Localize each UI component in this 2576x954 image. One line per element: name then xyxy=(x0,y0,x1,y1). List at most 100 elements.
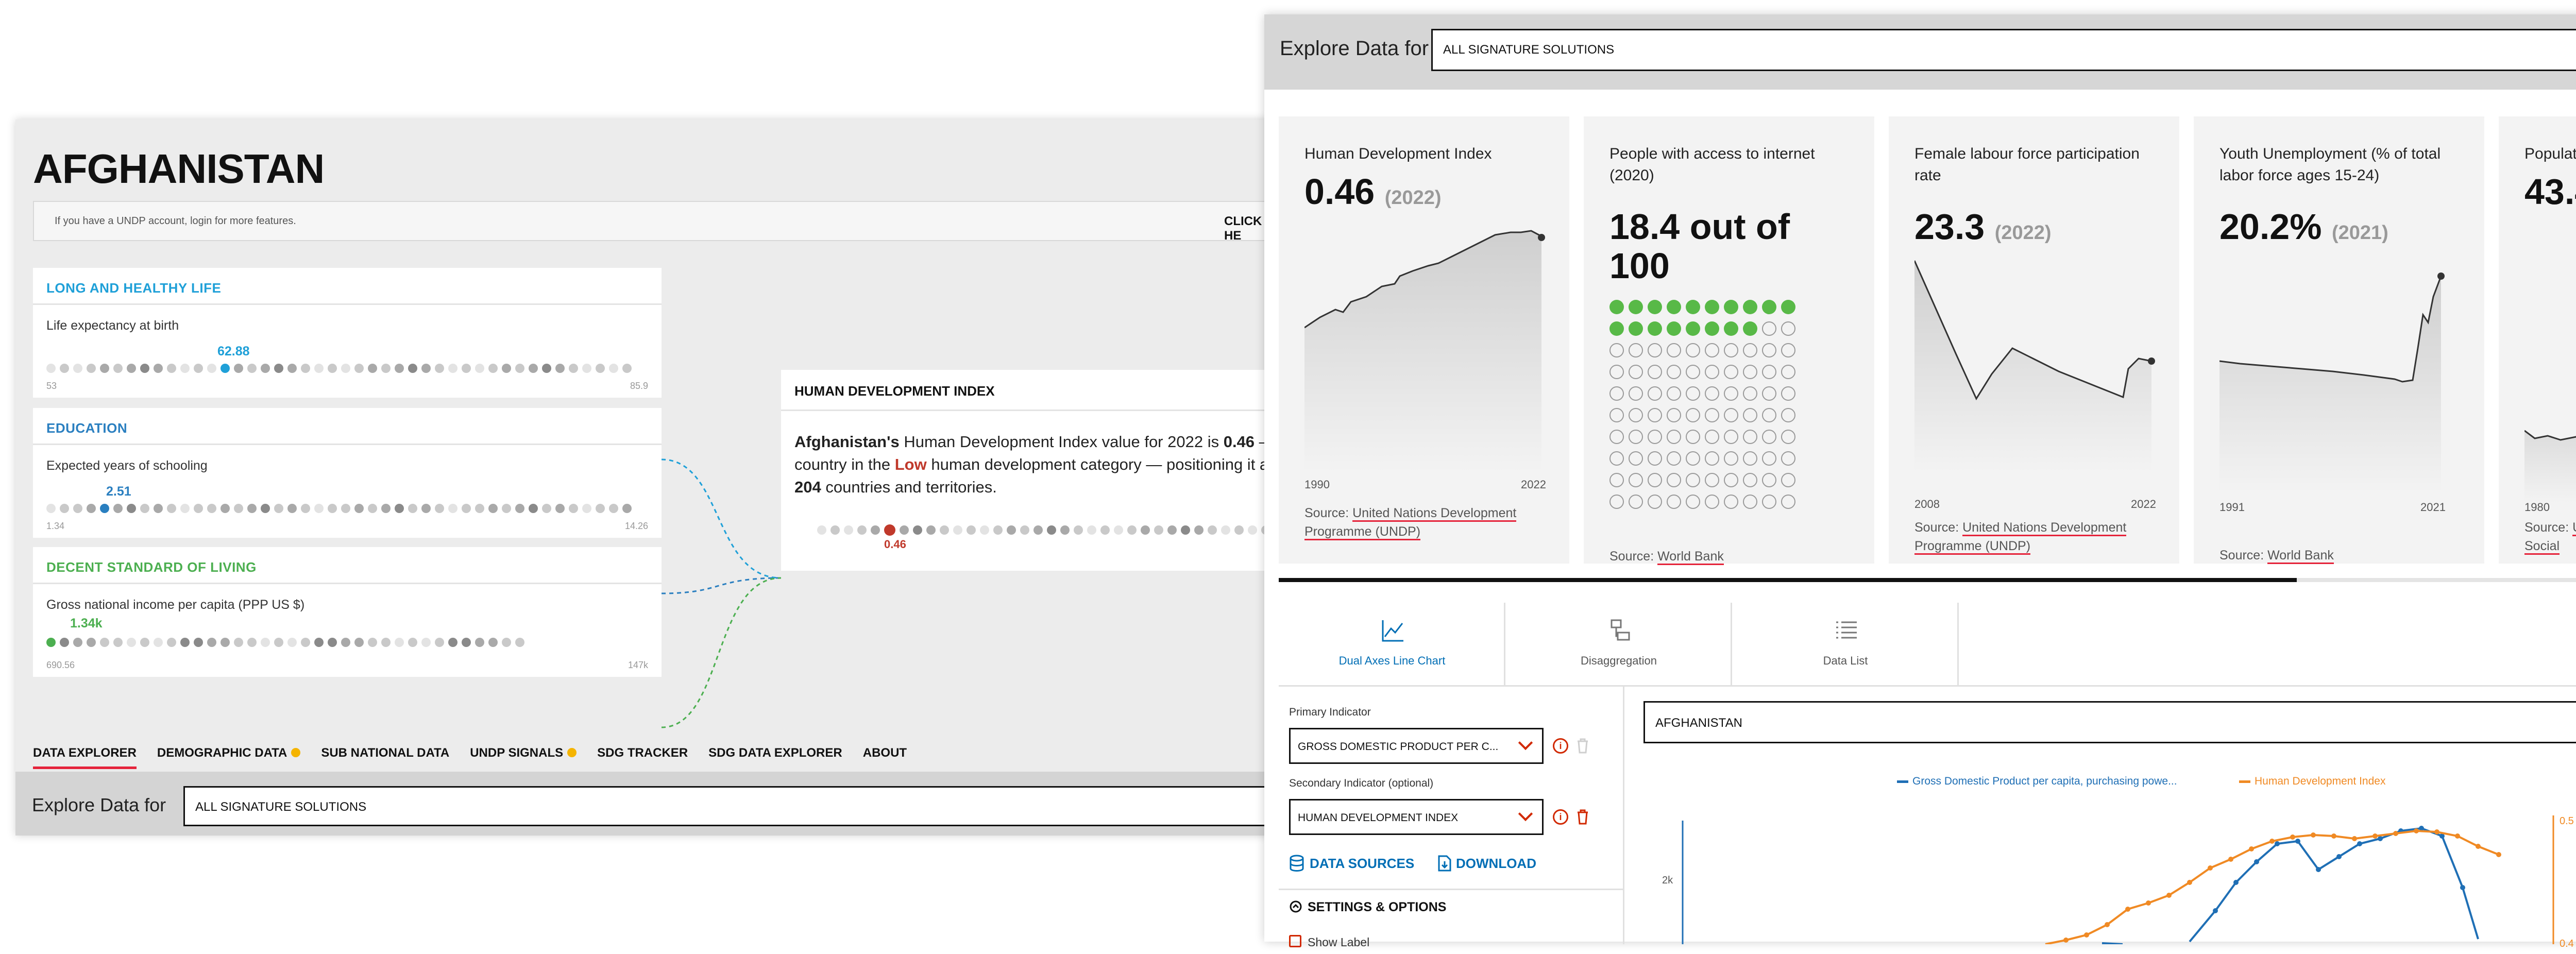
indicator-card-internet[interactable]: People with access to internet (2020) 18… xyxy=(1584,116,1874,565)
tab-dual-axes-line-chart[interactable]: Dual Axes Line Chart xyxy=(1279,603,1505,685)
indicator-card-youth-unemployment[interactable]: Youth Unemployment (% of total labor for… xyxy=(2194,116,2484,564)
country-dot xyxy=(328,638,337,647)
waffle-dot xyxy=(1781,495,1795,509)
country-dot xyxy=(488,504,498,513)
country-dot xyxy=(569,364,578,373)
nav-sdg-tracker[interactable]: SDG TRACKER xyxy=(597,741,688,772)
waffle-dot xyxy=(1648,386,1662,401)
line-chart-icon xyxy=(1382,620,1403,642)
waffle-dot xyxy=(1705,300,1719,314)
collapse-circle-icon[interactable] xyxy=(1289,900,1302,913)
waffle-dot xyxy=(1686,386,1700,401)
cards-scrollbar-thumb[interactable] xyxy=(1279,578,2297,582)
chart-country-select[interactable]: AFGHANISTAN xyxy=(1643,701,2576,743)
indicator-year: (2022) xyxy=(1384,187,1442,209)
country-dot xyxy=(817,525,826,535)
waffle-dot xyxy=(1781,365,1795,379)
waffle-dot xyxy=(1609,321,1624,336)
legend-item-hdi[interactable]: Human Development Index xyxy=(2239,775,2385,788)
country-dot xyxy=(871,525,880,535)
nav-sub-national-data[interactable]: SUB NATIONAL DATA xyxy=(321,741,449,772)
waffle-dot xyxy=(1762,343,1776,357)
country-dot xyxy=(622,364,632,373)
secondary-indicator-label: Secondary Indicator (optional) xyxy=(1289,777,1434,789)
indicator-cards-carousel[interactable]: Human Development Index 0.46 (2022) 1990… xyxy=(1264,90,2576,582)
source-link[interactable]: World Bank xyxy=(1657,549,1724,565)
country-dot xyxy=(1234,525,1244,535)
nav-about[interactable]: ABOUT xyxy=(863,741,907,772)
country-dot xyxy=(1100,525,1110,535)
select-value: HUMAN DEVELOPMENT INDEX xyxy=(1298,812,1459,824)
country-dot xyxy=(475,364,484,373)
country-dot xyxy=(1020,525,1029,535)
primary-info-icon[interactable]: i xyxy=(1553,738,1568,754)
country-dot xyxy=(435,364,444,373)
sparkline-end-year: 2022 xyxy=(1521,478,1546,491)
show-label-checkbox[interactable] xyxy=(1289,935,1301,947)
sparkline-end-year: 2021 xyxy=(2420,501,2446,514)
trash-icon[interactable] xyxy=(1577,809,1589,825)
tab-data-list[interactable]: Data List xyxy=(1732,603,1959,685)
source-prefix: Source: xyxy=(1914,520,1963,535)
secondary-indicator-select[interactable]: HUMAN DEVELOPMENT INDEX xyxy=(1289,799,1544,835)
country-dot xyxy=(421,504,431,513)
waffle-dot xyxy=(1724,300,1738,314)
select-value: AFGHANISTAN xyxy=(1655,716,1742,730)
dual-axes-chart-area: AFGHANISTAN Gross Domestic Product per c… xyxy=(1623,687,2576,949)
indicator-card-hdi[interactable]: Human Development Index 0.46 (2022) 1990… xyxy=(1279,116,1569,564)
country-dot xyxy=(73,364,82,373)
secondary-info-icon[interactable]: i xyxy=(1553,809,1568,825)
new-badge-icon xyxy=(291,748,301,757)
waffle-dot xyxy=(1762,365,1776,379)
tab-disaggregation[interactable]: Disaggregation xyxy=(1505,603,1732,685)
data-sources-link[interactable]: DATA SOURCES xyxy=(1310,856,1414,872)
indicator-value: 0.46 (2022) xyxy=(1304,172,1442,217)
login-banner-text: If you have a UNDP account, login for mo… xyxy=(55,215,296,227)
waffle-dot xyxy=(1724,386,1738,401)
waffle-dot xyxy=(1762,495,1776,509)
waffle-dot xyxy=(1781,430,1795,444)
indicator-card-female-labour[interactable]: Female labour force participation rate 2… xyxy=(1889,116,2179,564)
nav-sdg-data-explorer[interactable]: SDG DATA EXPLORER xyxy=(708,741,842,772)
country-dot xyxy=(1221,525,1230,535)
login-click-here-link[interactable]: CLICK HE xyxy=(1224,214,1268,243)
country-dot xyxy=(421,638,431,647)
nav-undp-signals[interactable]: UNDP SIGNALS xyxy=(470,741,577,772)
dimension-card-health: LONG AND HEALTHY LIFE Life expectancy at… xyxy=(33,268,662,398)
waffle-dot xyxy=(1743,365,1757,379)
nav-label: SUB NATIONAL DATA xyxy=(321,746,450,760)
waffle-dot xyxy=(1609,300,1624,314)
country-dot xyxy=(154,504,163,513)
country-dot xyxy=(167,364,176,373)
download-link[interactable]: DOWNLOAD xyxy=(1456,856,1536,872)
nav-label: SDG TRACKER xyxy=(597,746,688,760)
cards-scrollbar[interactable] xyxy=(1279,578,2576,582)
hdi-card-title: HUMAN DEVELOPMENT INDEX xyxy=(781,370,1288,411)
select-value: ALL SIGNATURE SOLUTIONS xyxy=(1443,43,1615,57)
country-dot xyxy=(940,525,949,535)
signature-solution-select[interactable]: ALL SIGNATURE SOLUTIONS xyxy=(183,786,1281,826)
legend-item-gdp[interactable]: Gross Domestic Product per capita, purch… xyxy=(1897,775,2177,788)
country-dot xyxy=(221,504,230,513)
source-link[interactable]: World Bank xyxy=(2267,548,2334,564)
signature-solution-select[interactable]: ALL SIGNATURE SOLUTIONS xyxy=(1431,29,2576,71)
country-dot xyxy=(395,364,404,373)
waffle-dot xyxy=(1781,300,1795,314)
country-dot xyxy=(967,525,976,535)
nav-data-explorer[interactable]: DATA EXPLORER xyxy=(33,741,137,769)
country-dot xyxy=(488,364,498,373)
country-dot xyxy=(221,638,230,647)
country-dot xyxy=(301,364,310,373)
nav-demographic-data[interactable]: DEMOGRAPHIC DATA xyxy=(157,741,301,772)
waffle-dot xyxy=(1648,430,1662,444)
country-dot xyxy=(60,638,69,647)
indicator-card-population[interactable]: Population, total 43.4M 1980 Source: Uni… xyxy=(2499,116,2576,564)
country-dot xyxy=(354,364,364,373)
schooling-dot-strip xyxy=(46,504,636,513)
dimension-title: EDUCATION xyxy=(33,408,662,445)
primary-indicator-select[interactable]: GROSS DOMESTIC PRODUCT PER C... xyxy=(1289,728,1544,764)
hdi-dot-strip xyxy=(817,524,1275,536)
waffle-dot xyxy=(1609,408,1624,422)
waffle-dot xyxy=(1686,321,1700,336)
chart-settings-panel: Primary Indicator GROSS DOMESTIC PRODUCT… xyxy=(1279,687,1624,949)
